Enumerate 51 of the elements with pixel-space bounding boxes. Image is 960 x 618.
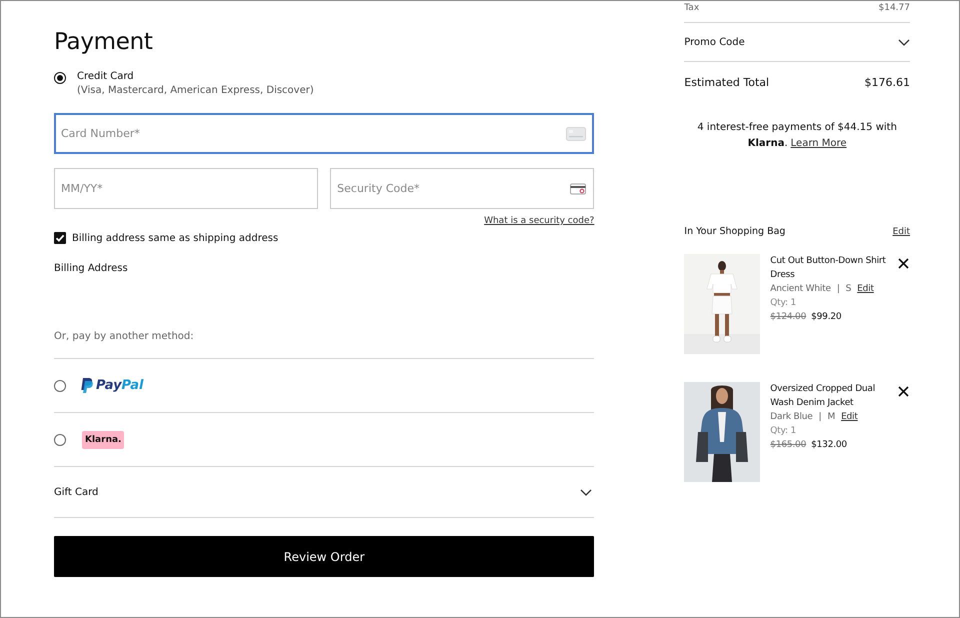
sale-price: $132.00: [811, 439, 847, 452]
klarna-badge: Klarna.: [82, 430, 124, 448]
separator: |: [818, 411, 822, 424]
page-title: Payment: [54, 29, 154, 55]
product-size: M: [827, 411, 836, 424]
radio-button[interactable]: [54, 72, 66, 84]
quantity: Qty: 1: [770, 297, 798, 310]
radio-button[interactable]: [54, 380, 66, 392]
chevron-down-icon: [898, 38, 910, 46]
total-value: $176.61: [864, 76, 910, 88]
quantity: Qty: 1: [770, 425, 798, 438]
close-icon[interactable]: [898, 386, 909, 397]
option-label: Credit Card: [77, 71, 135, 82]
section-heading: Billing Address: [54, 263, 129, 274]
bag-title: In Your Shopping Bag: [684, 226, 786, 237]
close-icon[interactable]: [898, 258, 909, 269]
radio-button[interactable]: [54, 434, 66, 446]
paypal-logo: PayPal: [96, 378, 144, 393]
klarna-brand: Klarna.: [748, 137, 788, 151]
summary-label: Tax: [684, 3, 700, 13]
security-code-link[interactable]: What is a security code?: [484, 216, 594, 226]
chevron-down-icon: [580, 488, 592, 496]
card-icon: [566, 126, 586, 140]
original-price: $165.00: [770, 439, 806, 452]
paypal-logo-icon: [80, 378, 93, 393]
edit-link[interactable]: Edit: [841, 410, 858, 424]
original-price: $124.00: [770, 311, 806, 324]
review-order-button[interactable]: Review Order: [54, 536, 594, 577]
edit-link[interactable]: Edit: [892, 226, 910, 236]
learn-more-link[interactable]: Learn More: [790, 136, 847, 152]
product-color: Ancient White: [770, 283, 831, 296]
checkbox-label: Billing address same as shipping address: [72, 232, 278, 244]
gift-card-toggle[interactable]: Gift Card: [54, 467, 594, 518]
section-heading: Or, pay by another method:: [54, 331, 195, 342]
input-field[interactable]: Card Number*: [54, 113, 594, 154]
product-name[interactable]: Cut Out Button-Down Shirt Dress: [770, 254, 888, 282]
separator: |: [836, 283, 840, 296]
summary-value: $14.77: [878, 3, 910, 13]
installment-text: 4 interest-free payments of $44.15 with: [696, 121, 898, 135]
input-field[interactable]: Security Code*: [330, 168, 594, 209]
option-note: (Visa, Mastercard, American Express, Discover): [77, 85, 314, 96]
product-color: Dark Blue: [770, 411, 813, 424]
product-name[interactable]: Oversized Cropped Dual Wash Denim Jacket: [770, 382, 888, 410]
input-field[interactable]: MM/YY*: [54, 168, 318, 209]
promo-code-toggle[interactable]: Promo Code: [684, 23, 910, 62]
total-label: Estimated Total: [684, 76, 770, 88]
edit-link[interactable]: Edit: [857, 282, 874, 296]
checkbox[interactable]: [54, 232, 66, 244]
product-size: S: [846, 283, 852, 296]
card-icon: [570, 183, 586, 194]
sale-price: $99.20: [811, 311, 842, 324]
